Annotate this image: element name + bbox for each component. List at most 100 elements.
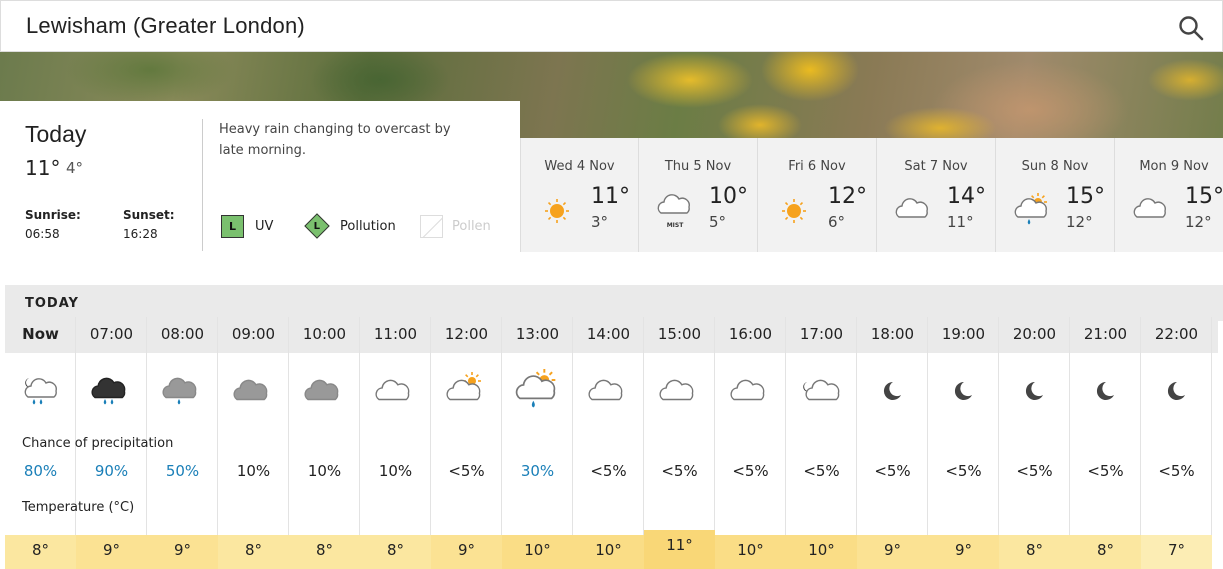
day-high-temp: 10° (709, 184, 748, 209)
uv-level-badge: L (221, 214, 244, 238)
pollution-level-badge: L (304, 213, 330, 239)
day-high-temp: 12° (828, 184, 867, 209)
hour-temp: 8° (289, 535, 360, 569)
hour-column: 11:00 10% 8° (360, 317, 431, 569)
grey-cloud-icon (231, 369, 275, 413)
hour-time[interactable]: 20:00 (999, 317, 1070, 353)
hour-time[interactable]: 14:00 (573, 317, 644, 353)
hour-temp: 11° (644, 530, 715, 569)
hour-time[interactable]: 12:00 (431, 317, 502, 353)
hour-temp: 10° (573, 535, 644, 569)
hour-temp: 8° (218, 535, 289, 569)
scroll-edge (1218, 321, 1223, 569)
hour-temp: 9° (76, 535, 147, 569)
cloud-icon (1133, 193, 1169, 229)
hour-time[interactable]: 21:00 (1070, 317, 1141, 353)
search-icon[interactable] (1178, 15, 1204, 41)
location-header: Lewisham (Greater London) (0, 0, 1223, 52)
grey-cloud-icon (302, 369, 346, 413)
hour-time[interactable]: 17:00 (786, 317, 857, 353)
day-low-temp: 12° (1066, 213, 1093, 231)
hour-temp: 9° (431, 535, 502, 569)
hour-temp: 10° (786, 535, 857, 569)
day-high-temp: 15° (1185, 184, 1223, 209)
hour-column: 10:00 10% 8° (289, 317, 360, 569)
moon-icon (1012, 369, 1056, 413)
hour-column: 09:00 10% 8° (218, 317, 289, 569)
grey-cloud-drizzle-icon (160, 369, 204, 413)
hour-time[interactable]: 07:00 (76, 317, 147, 353)
daily-forecast-strip: Wed 4 Nov 11° 3° Thu 5 Nov MIST 10° 5° Fri 6 No… (520, 138, 1223, 252)
pollen-indicator[interactable]: Pollen (420, 214, 491, 238)
hour-time[interactable]: 08:00 (147, 317, 218, 353)
precip-chance: 30% (520, 462, 555, 480)
precip-chance: <5% (945, 462, 982, 480)
hour-temp: 8° (5, 535, 76, 569)
hour-column: 22:00 <5% 7° (1141, 317, 1212, 569)
day-low-temp: 11° (947, 213, 974, 231)
day-name: Sun 8 Nov (1021, 159, 1089, 174)
sunset-time: 16:28 (123, 227, 158, 241)
uv-indicator[interactable]: L UV (221, 214, 273, 238)
day-name: Wed 4 Nov (544, 159, 615, 174)
today-summary-card: Today 11° 4° Sunrise: 06:58 Sunset: 16:2… (0, 101, 520, 252)
hour-column: 21:00 <5% 8° (1070, 317, 1141, 569)
hour-column: 13:00 30% 10° (502, 317, 573, 569)
precip-chance: <5% (590, 462, 627, 480)
hour-column: 19:00 <5% 9° (928, 317, 999, 569)
hour-time[interactable]: 15:00 (644, 317, 715, 353)
pollution-label: Pollution (340, 218, 396, 234)
sunrise-time: 06:58 (25, 227, 60, 241)
hour-time[interactable]: Now (5, 317, 76, 353)
dark-cloud-rain-icon (89, 369, 133, 413)
temp-row-label: Temperature (°C) (22, 500, 135, 515)
hour-column: 14:00 <5% 10° (573, 317, 644, 569)
hour-time[interactable]: 09:00 (218, 317, 289, 353)
hour-column: 17:00 <5% 10° (786, 317, 857, 569)
precip-chance: <5% (661, 462, 698, 480)
hour-time[interactable]: 16:00 (715, 317, 786, 353)
hour-time[interactable]: 18:00 (857, 317, 928, 353)
day-high-temp: 11° (591, 184, 630, 209)
day-card[interactable]: Sat 7 Nov 14° 11° (877, 138, 996, 252)
day-name: Sat 7 Nov (904, 159, 968, 174)
precip-chance: <5% (448, 462, 485, 480)
hour-time[interactable]: 22:00 (1141, 317, 1212, 353)
sun-icon (776, 193, 812, 229)
column-divider (1211, 317, 1212, 569)
day-card[interactable]: Fri 6 Nov 12° 6° (758, 138, 877, 252)
precip-chance: <5% (1158, 462, 1195, 480)
precip-chance: 50% (165, 462, 200, 480)
day-name: Fri 6 Nov (788, 159, 846, 174)
precip-chance: <5% (732, 462, 769, 480)
hour-column: 20:00 <5% 8° (999, 317, 1070, 569)
day-high-temp: 14° (947, 184, 986, 209)
sun-cloud-drizzle-icon (1014, 193, 1050, 229)
day-low-temp: 5° (709, 213, 727, 231)
hour-temp: 9° (857, 535, 928, 569)
hour-temp: 8° (1070, 535, 1141, 569)
hour-temp: 10° (502, 535, 573, 569)
day-card[interactable]: Thu 5 Nov MIST 10° 5° (639, 138, 758, 252)
hour-time[interactable]: 13:00 (502, 317, 573, 353)
day-low-temp: 6° (828, 213, 846, 231)
pollution-indicator[interactable]: L Pollution (303, 213, 396, 239)
precip-chance: 10% (378, 462, 413, 480)
hour-temp: 10° (715, 535, 786, 569)
hour-temp: 8° (999, 535, 1070, 569)
hour-column: 18:00 <5% 9° (857, 317, 928, 569)
day-card[interactable]: Sun 8 Nov 15° 12° (996, 138, 1115, 252)
divider (202, 119, 203, 251)
hour-column: 16:00 <5% 10° (715, 317, 786, 569)
day-low-temp: 12° (1185, 213, 1212, 231)
hour-time[interactable]: 10:00 (289, 317, 360, 353)
day-card[interactable]: Wed 4 Nov 11° 3° (520, 138, 639, 252)
pollution-level: L (313, 220, 321, 232)
location-title: Lewisham (Greater London) (26, 13, 305, 38)
moon-icon (1083, 369, 1127, 413)
hour-temp: 7° (1141, 535, 1212, 569)
hour-temp: 9° (928, 535, 999, 569)
hour-time[interactable]: 19:00 (928, 317, 999, 353)
hour-time[interactable]: 11:00 (360, 317, 431, 353)
day-card[interactable]: Mon 9 Nov 15° 12° (1115, 138, 1223, 252)
